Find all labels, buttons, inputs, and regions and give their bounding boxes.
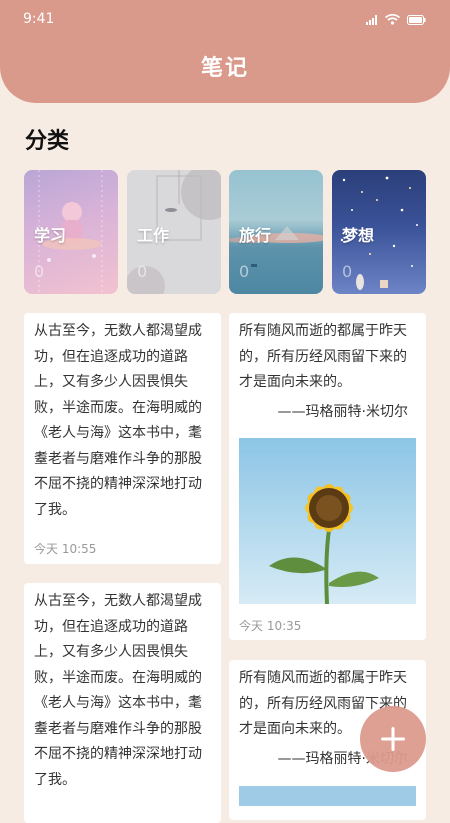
category-card-travel[interactable]: 旅行 0 [229, 170, 323, 294]
category-card-dream[interactable]: 梦想 0 [332, 170, 426, 294]
category-name: 梦想 [342, 226, 375, 245]
category-count: 0 [239, 262, 250, 281]
battery-icon [407, 14, 426, 25]
note-time: 今天 10:55 [34, 542, 97, 556]
category-name: 学习 [34, 226, 67, 245]
wifi-icon [385, 14, 400, 25]
category-card-study[interactable]: 学习 0 [24, 170, 118, 294]
note-text: 所有随风而逝的都属于昨天的，所有历经风雨留下来的才是面向未来的。 [239, 323, 407, 390]
category-card-work[interactable]: 工作 0 [127, 170, 221, 294]
app-header: 9:41 笔记 [0, 0, 450, 103]
status-time: 9:41 [23, 11, 55, 27]
category-name: 旅行 [239, 226, 272, 245]
sunflower-image [239, 438, 416, 604]
category-count: 0 [137, 262, 148, 281]
plus-icon [381, 727, 405, 751]
signal-icon [366, 14, 377, 25]
page-title: 笔记 [200, 56, 249, 81]
category-count: 0 [342, 262, 353, 281]
note-text: 从古至今，无数人都渴望成功，但在追逐成功的道路上，又有多少人因畏惧失败，半途而废… [34, 593, 202, 788]
section-title: 分类 [25, 129, 70, 154]
note-card[interactable]: 从古至今，无数人都渴望成功，但在追逐成功的道路上，又有多少人因畏惧失败，半途而废… [24, 313, 221, 564]
note-card[interactable]: 所有随风而逝的都属于昨天的，所有历经风雨留下来的才是面向未来的。 ——玛格丽特·… [229, 313, 426, 640]
note-text: 从古至今，无数人都渴望成功，但在追逐成功的道路上，又有多少人因畏惧失败，半途而废… [34, 323, 202, 518]
add-note-button[interactable] [360, 706, 426, 772]
status-icons [366, 14, 426, 25]
note-time: 今天 10:35 [239, 619, 302, 633]
note-image [239, 786, 416, 806]
category-name: 工作 [137, 226, 170, 245]
quote-author: ——玛格丽特·米切尔 [277, 404, 408, 420]
category-count: 0 [34, 262, 45, 281]
note-card[interactable]: 从古至今，无数人都渴望成功，但在追逐成功的道路上，又有多少人因畏惧失败，半途而废… [24, 583, 221, 823]
